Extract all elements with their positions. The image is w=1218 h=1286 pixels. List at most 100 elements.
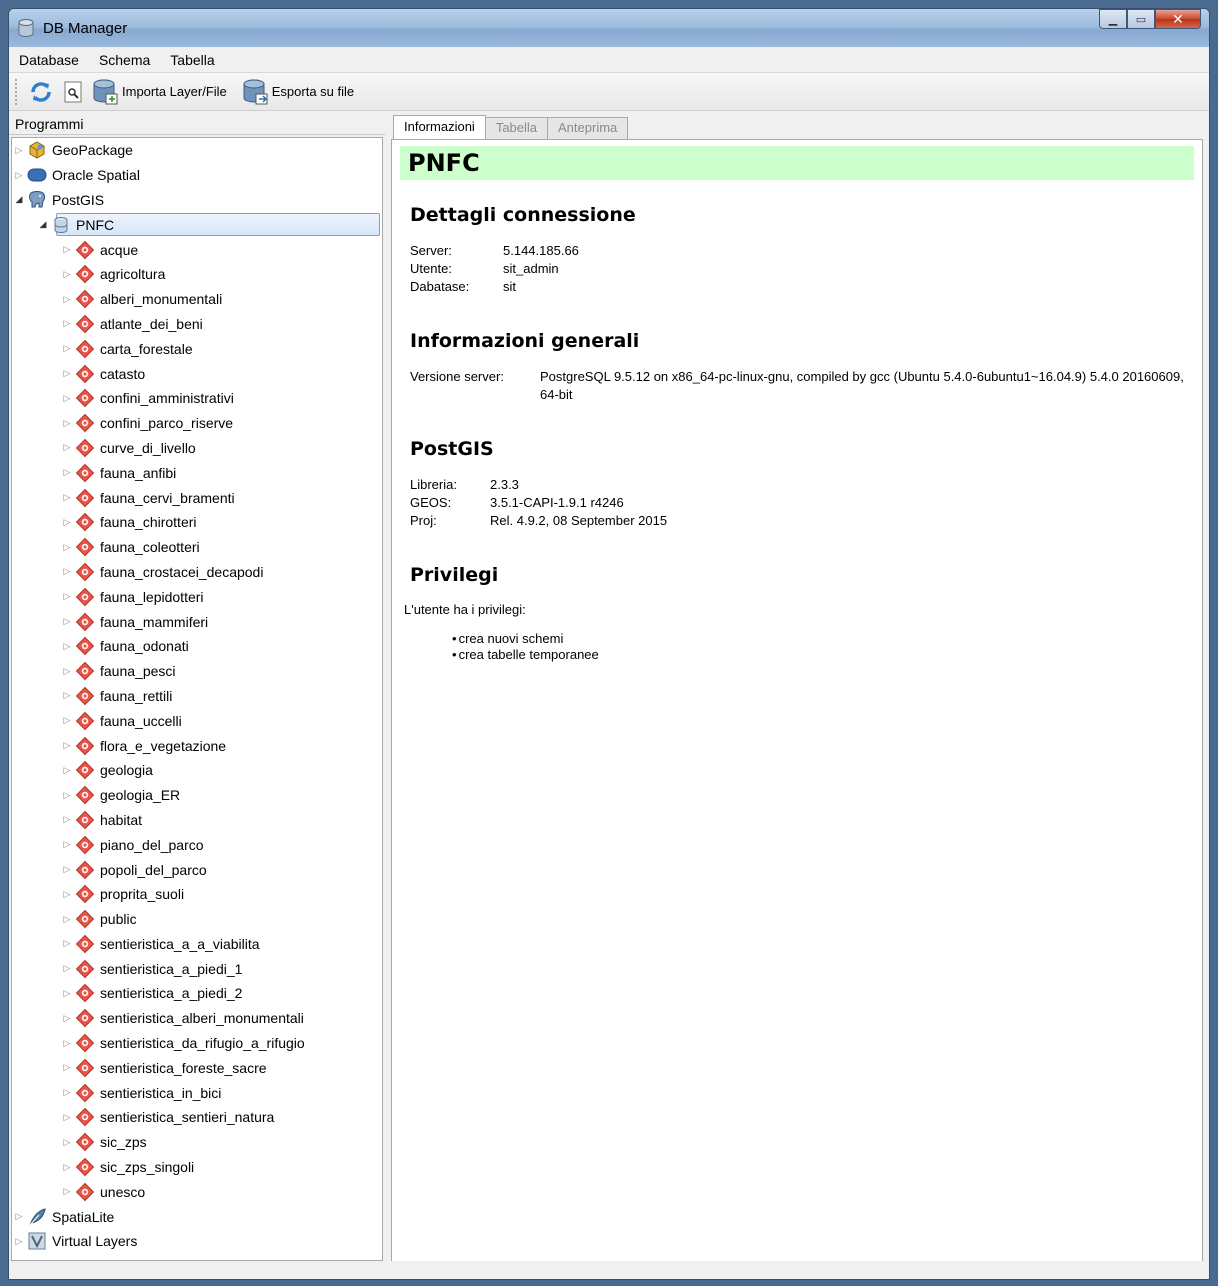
- tree-item-schema[interactable]: ▷ fauna_uccelli: [12, 708, 382, 733]
- menu-schema[interactable]: Schema: [99, 52, 150, 68]
- tab-tabella[interactable]: Tabella: [484, 117, 549, 139]
- menu-database[interactable]: Database: [19, 52, 79, 68]
- tree-item-virtual-layers[interactable]: ▷ Virtual Layers: [12, 1229, 382, 1254]
- expand-arrow-icon[interactable]: ▷: [60, 566, 74, 577]
- expand-arrow-icon[interactable]: ▷: [60, 641, 74, 652]
- tree-item-schema[interactable]: ▷ geologia_ER: [12, 783, 382, 808]
- expand-arrow-icon[interactable]: ▷: [60, 318, 74, 329]
- tree-item-schema[interactable]: ▷ sentieristica_a_piedi_1: [12, 956, 382, 981]
- tree-item-oracle-spatial[interactable]: ▷ Oracle Spatial: [12, 163, 382, 188]
- expand-arrow-icon[interactable]: ▷: [60, 616, 74, 627]
- tree-item-schema[interactable]: ▷ popoli_del_parco: [12, 857, 382, 882]
- menu-tabella[interactable]: Tabella: [170, 52, 214, 68]
- title-bar[interactable]: DB Manager ▁ ▭ ✕: [9, 9, 1209, 47]
- expand-arrow-icon[interactable]: ▷: [60, 889, 74, 900]
- expand-arrow-icon[interactable]: ▷: [60, 294, 74, 305]
- tree-item-schema[interactable]: ▷ sentieristica_alberi_monumentali: [12, 1006, 382, 1031]
- tree-item-schema[interactable]: ▷ confini_parco_riserve: [12, 411, 382, 436]
- expand-arrow-icon[interactable]: ▷: [60, 1137, 74, 1148]
- expand-arrow-icon[interactable]: ▷: [60, 393, 74, 404]
- expand-arrow-icon[interactable]: ▷: [60, 1087, 74, 1098]
- expand-arrow-icon[interactable]: ▷: [60, 418, 74, 429]
- expand-arrow-icon[interactable]: ▷: [60, 244, 74, 255]
- tree-item-schema[interactable]: ▷ fauna_cervi_bramenti: [12, 485, 382, 510]
- tree-item-schema[interactable]: ▷ sic_zps: [12, 1130, 382, 1155]
- expand-arrow-icon[interactable]: ▷: [60, 1013, 74, 1024]
- tree-item-schema[interactable]: ▷ fauna_chirotteri: [12, 510, 382, 535]
- expand-arrow-icon[interactable]: ▷: [60, 914, 74, 925]
- tree-item-schema[interactable]: ▷ geologia: [12, 758, 382, 783]
- close-button[interactable]: ✕: [1155, 9, 1201, 29]
- tree-item-schema[interactable]: ▷ carta_forestale: [12, 336, 382, 361]
- export-file-button[interactable]: Esporta su file: [241, 78, 354, 106]
- tree-item-schema[interactable]: ▷ unesco: [12, 1179, 382, 1204]
- tree-item-schema[interactable]: ▷ fauna_anfibi: [12, 460, 382, 485]
- tree-item-schema[interactable]: ▷ agricoltura: [12, 262, 382, 287]
- tree-item-schema[interactable]: ▷ sentieristica_a_piedi_2: [12, 981, 382, 1006]
- tree-item-spatialite[interactable]: ▷ SpatiaLite: [12, 1204, 382, 1229]
- tree-item-postgis[interactable]: ◢ PostGIS: [12, 188, 382, 213]
- tree-item-schema[interactable]: ▷ fauna_pesci: [12, 659, 382, 684]
- expand-arrow-icon[interactable]: ▷: [60, 1062, 74, 1073]
- expand-arrow-icon[interactable]: ▷: [60, 1038, 74, 1049]
- tree-item-schema[interactable]: ▷ fauna_mammiferi: [12, 609, 382, 634]
- tree-item-pnfc-connection[interactable]: ◢ PNFC: [12, 212, 382, 237]
- expand-arrow-icon[interactable]: ▷: [60, 442, 74, 453]
- tab-anteprima[interactable]: Anteprima: [547, 117, 629, 139]
- tree-item-schema[interactable]: ▷ sentieristica_a_a_viabilita: [12, 932, 382, 957]
- toolbar-grip[interactable]: [15, 78, 19, 105]
- expand-arrow-icon[interactable]: ▷: [60, 542, 74, 553]
- expand-arrow-icon[interactable]: ▷: [12, 1236, 26, 1247]
- expand-arrow-icon[interactable]: ▷: [60, 938, 74, 949]
- tree-item-schema[interactable]: ▷ fauna_lepidotteri: [12, 584, 382, 609]
- tree-item-geopackage[interactable]: ▷ GeoPackage: [12, 138, 382, 163]
- tree-item-schema[interactable]: ▷ acque: [12, 237, 382, 262]
- collapse-arrow-icon[interactable]: ◢: [12, 194, 26, 205]
- tree-item-schema[interactable]: ▷ catasto: [12, 361, 382, 386]
- expand-arrow-icon[interactable]: ▷: [60, 790, 74, 801]
- tree-item-schema[interactable]: ▷ public: [12, 907, 382, 932]
- expand-arrow-icon[interactable]: ▷: [12, 1211, 26, 1222]
- tree-item-schema[interactable]: ▷ sentieristica_da_rifugio_a_rifugio: [12, 1031, 382, 1056]
- tab-informazioni[interactable]: Informazioni: [393, 115, 486, 139]
- expand-arrow-icon[interactable]: ▷: [60, 740, 74, 751]
- expand-arrow-icon[interactable]: ▷: [12, 170, 26, 181]
- maximize-button[interactable]: ▭: [1127, 9, 1155, 29]
- expand-arrow-icon[interactable]: ▷: [60, 1112, 74, 1123]
- expand-arrow-icon[interactable]: ▷: [60, 517, 74, 528]
- expand-arrow-icon[interactable]: ▷: [60, 467, 74, 478]
- tree-item-schema[interactable]: ▷ sentieristica_sentieri_natura: [12, 1105, 382, 1130]
- sql-window-button[interactable]: [59, 78, 87, 106]
- tree-item-schema[interactable]: ▷ fauna_rettili: [12, 684, 382, 709]
- import-layer-button[interactable]: Importa Layer/File: [91, 78, 227, 106]
- tree-item-schema[interactable]: ▷ atlante_dei_beni: [12, 312, 382, 337]
- tree-item-schema[interactable]: ▷ sentieristica_in_bici: [12, 1080, 382, 1105]
- tree-item-schema[interactable]: ▷ fauna_crostacei_decapodi: [12, 560, 382, 585]
- expand-arrow-icon[interactable]: ▷: [60, 666, 74, 677]
- tree-item-schema[interactable]: ▷ fauna_coleotteri: [12, 535, 382, 560]
- refresh-button[interactable]: [27, 78, 55, 106]
- tree-item-schema[interactable]: ▷ curve_di_livello: [12, 436, 382, 461]
- expand-arrow-icon[interactable]: ▷: [60, 591, 74, 602]
- collapse-arrow-icon[interactable]: ◢: [36, 219, 50, 230]
- tree-item-schema[interactable]: ▷ sic_zps_singoli: [12, 1155, 382, 1180]
- minimize-button[interactable]: ▁: [1099, 9, 1127, 29]
- expand-arrow-icon[interactable]: ▷: [60, 988, 74, 999]
- providers-tree[interactable]: ▷ GeoPackage ▷ Oracle Spatial ◢ PostGIS: [11, 137, 383, 1261]
- expand-arrow-icon[interactable]: ▷: [60, 690, 74, 701]
- expand-arrow-icon[interactable]: ▷: [60, 963, 74, 974]
- expand-arrow-icon[interactable]: ▷: [60, 814, 74, 825]
- expand-arrow-icon[interactable]: ▷: [60, 1186, 74, 1197]
- expand-arrow-icon[interactable]: ▷: [60, 864, 74, 875]
- expand-arrow-icon[interactable]: ▷: [60, 492, 74, 503]
- tree-item-schema[interactable]: ▷ sentieristica_foreste_sacre: [12, 1055, 382, 1080]
- expand-arrow-icon[interactable]: ▷: [60, 1162, 74, 1173]
- expand-arrow-icon[interactable]: ▷: [60, 269, 74, 280]
- tree-item-schema[interactable]: ▷ flora_e_vegetazione: [12, 733, 382, 758]
- expand-arrow-icon[interactable]: ▷: [60, 368, 74, 379]
- tree-item-schema[interactable]: ▷ habitat: [12, 808, 382, 833]
- tree-item-schema[interactable]: ▷ proprita_suoli: [12, 882, 382, 907]
- expand-arrow-icon[interactable]: ▷: [60, 765, 74, 776]
- expand-arrow-icon[interactable]: ▷: [60, 715, 74, 726]
- tree-item-schema[interactable]: ▷ fauna_odonati: [12, 634, 382, 659]
